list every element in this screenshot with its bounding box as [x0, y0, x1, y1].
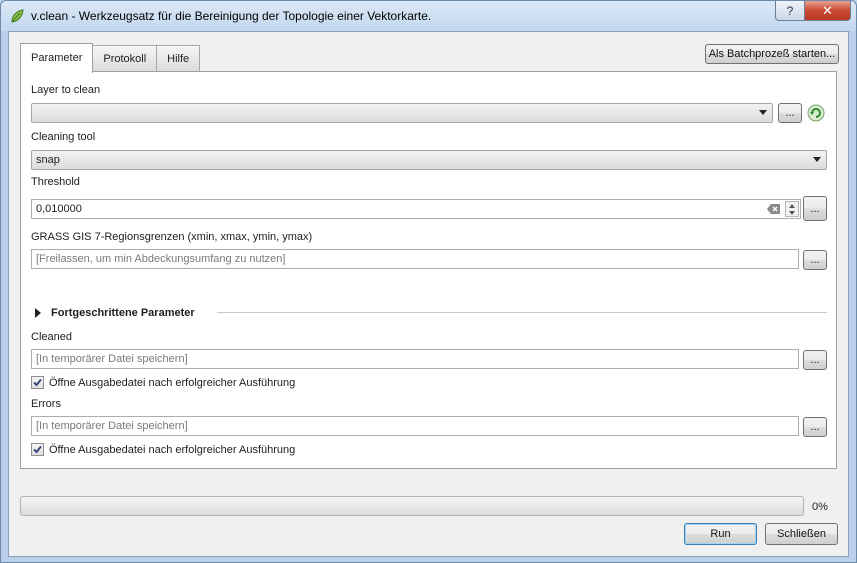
- cleaned-open-label: Öffne Ausgabedatei nach erfolgreicher Au…: [49, 376, 296, 389]
- dialog-window: v.clean - Werkzeugsatz für die Bereinigu…: [0, 0, 857, 563]
- chevron-down-icon: [813, 157, 821, 162]
- threshold-browse-button[interactable]: ...: [803, 196, 827, 221]
- progress-percent: 0%: [812, 501, 828, 513]
- advanced-parameters-toggle[interactable]: Fortgeschrittene Parameter: [35, 307, 195, 319]
- refresh-layers-button[interactable]: [805, 103, 827, 123]
- clear-field-icon[interactable]: [767, 204, 780, 214]
- cleaning-tool-select[interactable]: snap: [31, 150, 827, 170]
- cleaned-browse-button[interactable]: ...: [803, 350, 827, 370]
- checkbox-checked-icon: [31, 443, 44, 456]
- threshold-value: 0,010000: [36, 203, 82, 215]
- cleaned-open-checkbox[interactable]: Öffne Ausgabedatei nach erfolgreicher Au…: [31, 376, 295, 389]
- title-bar[interactable]: v.clean - Werkzeugsatz für die Bereinigu…: [1, 1, 856, 31]
- region-browse-button[interactable]: ...: [803, 250, 827, 270]
- expand-triangle-icon: [35, 308, 41, 318]
- region-input[interactable]: [Freilassen, um min Abdeckungsumfang zu …: [31, 249, 799, 269]
- close-dialog-button[interactable]: Schließen: [765, 523, 838, 545]
- threshold-input[interactable]: 0,010000: [31, 199, 801, 219]
- batch-process-button[interactable]: Als Batchprozeß starten...: [705, 44, 839, 64]
- qgis-leaf-icon: [11, 9, 24, 23]
- advanced-parameters-label: Fortgeschrittene Parameter: [51, 307, 195, 319]
- advanced-divider: [217, 312, 827, 313]
- region-placeholder: [Freilassen, um min Abdeckungsumfang zu …: [36, 253, 286, 265]
- threshold-label: Threshold: [31, 176, 80, 188]
- help-icon: ?: [786, 3, 794, 18]
- errors-label: Errors: [31, 398, 61, 410]
- spin-arrows-icon[interactable]: [785, 201, 799, 217]
- errors-open-label: Öffne Ausgabedatei nach erfolgreicher Au…: [49, 443, 296, 456]
- window-close-button[interactable]: ✕: [804, 1, 851, 21]
- checkbox-checked-icon: [31, 376, 44, 389]
- cleaning-tool-value: snap: [36, 154, 60, 166]
- tab-protokoll[interactable]: Protokoll: [92, 45, 158, 72]
- chevron-down-icon: [759, 110, 767, 115]
- cleaned-output-input[interactable]: [In temporärer Datei speichern]: [31, 349, 799, 369]
- layer-select[interactable]: [31, 103, 773, 123]
- run-button[interactable]: Run: [684, 523, 757, 545]
- errors-output-input[interactable]: [In temporärer Datei speichern]: [31, 416, 799, 436]
- help-button[interactable]: ?: [775, 1, 805, 21]
- layer-browse-button[interactable]: ...: [778, 103, 802, 123]
- errors-placeholder: [In temporärer Datei speichern]: [36, 420, 188, 432]
- cleaning-tool-label: Cleaning tool: [31, 131, 96, 143]
- dialog-body: Parameter Protokoll Hilfe Als Batchproze…: [8, 31, 849, 557]
- progress-bar: [20, 496, 804, 516]
- region-label: GRASS GIS 7-Regionsgrenzen (xmin, xmax, …: [31, 231, 313, 243]
- cleaned-label: Cleaned: [31, 331, 72, 343]
- tab-hilfe[interactable]: Hilfe: [156, 45, 201, 72]
- close-icon: ✕: [822, 2, 833, 18]
- tab-bar: Parameter Protokoll Hilfe: [20, 42, 201, 73]
- parameter-panel: Layer to clean ... Cleaning tool snap Th…: [20, 71, 837, 469]
- errors-browse-button[interactable]: ...: [803, 417, 827, 437]
- window-title: v.clean - Werkzeugsatz für die Bereinigu…: [31, 9, 432, 23]
- cleaned-placeholder: [In temporärer Datei speichern]: [36, 353, 188, 365]
- refresh-layers-icon: [807, 104, 825, 122]
- errors-open-checkbox[interactable]: Öffne Ausgabedatei nach erfolgreicher Au…: [31, 443, 295, 456]
- tab-parameter[interactable]: Parameter: [20, 43, 94, 73]
- layer-label: Layer to clean: [31, 84, 101, 96]
